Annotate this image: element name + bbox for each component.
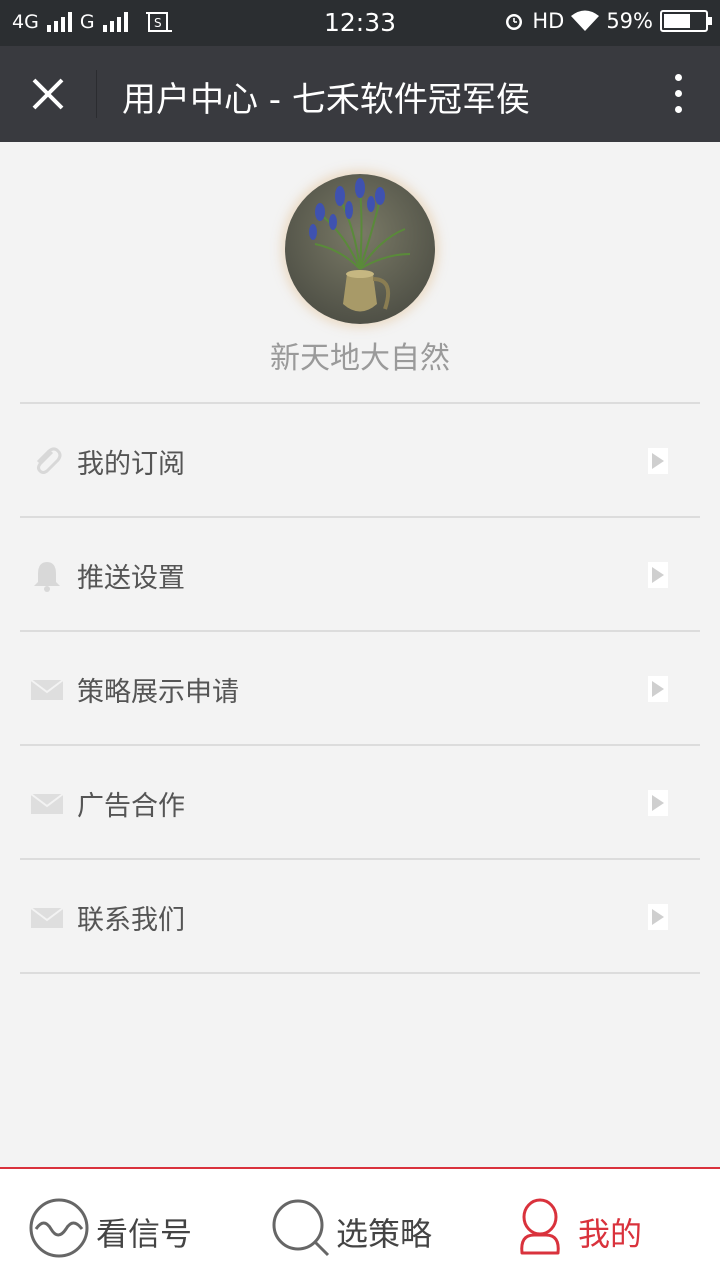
- paperclip-icon: [36, 447, 62, 474]
- menu-item-label: 策略展示申请: [77, 677, 239, 708]
- menu-item-label: 推送设置: [77, 563, 185, 594]
- tab-strategies[interactable]: 选策略: [270, 1169, 470, 1280]
- menu-item-push-settings[interactable]: 推送设置: [20, 518, 700, 632]
- title-bar: 用户中心 - 七禾软件冠军侯: [0, 46, 720, 142]
- battery-percent: 59%: [606, 9, 653, 33]
- menu-item-contact-us[interactable]: 联系我们: [20, 860, 700, 974]
- tab-label: 看信号: [96, 1215, 193, 1253]
- chevron-right-icon: [648, 790, 668, 816]
- page-title: 用户中心 - 七禾软件冠军侯: [122, 80, 530, 120]
- hd-label: HD: [532, 9, 565, 33]
- envelope-icon: [30, 679, 64, 700]
- menu-list: 我的订阅 推送设置 策略展示申请 广告合作 联系我们: [20, 402, 700, 974]
- dot-icon: [674, 106, 682, 113]
- alarm-icon: [506, 14, 523, 30]
- chevron-right-icon: [648, 904, 668, 930]
- envelope-icon: [30, 793, 64, 814]
- status-right: HD 59%: [503, 9, 712, 33]
- dot-icon: [674, 90, 682, 97]
- close-icon: [32, 78, 64, 110]
- close-button[interactable]: [18, 64, 78, 124]
- bottom-tab-bar: 看信号 选策略 我的: [0, 1167, 720, 1280]
- avatar: [285, 174, 435, 324]
- search-icon: [272, 1199, 330, 1257]
- wifi-icon: [571, 10, 600, 31]
- chevron-right-icon: [648, 448, 668, 474]
- menu-item-ad-cooperation[interactable]: 广告合作: [20, 746, 700, 860]
- user-icon: [520, 1198, 560, 1255]
- chevron-right-icon: [648, 562, 668, 588]
- tab-signals[interactable]: 看信号: [28, 1169, 228, 1280]
- username: 新天地大自然: [270, 341, 450, 376]
- dot-icon: [674, 74, 682, 81]
- bell-icon: [34, 562, 60, 592]
- menu-item-label: 联系我们: [77, 905, 185, 936]
- battery-icon: [660, 10, 712, 32]
- more-options-button[interactable]: [666, 70, 690, 118]
- title-divider: [96, 70, 97, 118]
- status-bar: 4G G S 12:33 HD 59%: [0, 0, 720, 46]
- menu-item-label: 我的订阅: [77, 449, 185, 480]
- menu-item-strategy-application[interactable]: 策略展示申请: [20, 632, 700, 746]
- envelope-icon: [30, 907, 64, 928]
- chevron-right-icon: [648, 676, 668, 702]
- avatar-image: [285, 174, 435, 324]
- wave-circle-icon: [29, 1198, 89, 1258]
- menu-item-subscriptions[interactable]: 我的订阅: [20, 404, 700, 518]
- tab-label: 我的: [578, 1215, 643, 1253]
- menu-item-label: 广告合作: [77, 791, 185, 822]
- tab-mine[interactable]: 我的: [516, 1169, 696, 1280]
- tab-label: 选策略: [336, 1215, 433, 1253]
